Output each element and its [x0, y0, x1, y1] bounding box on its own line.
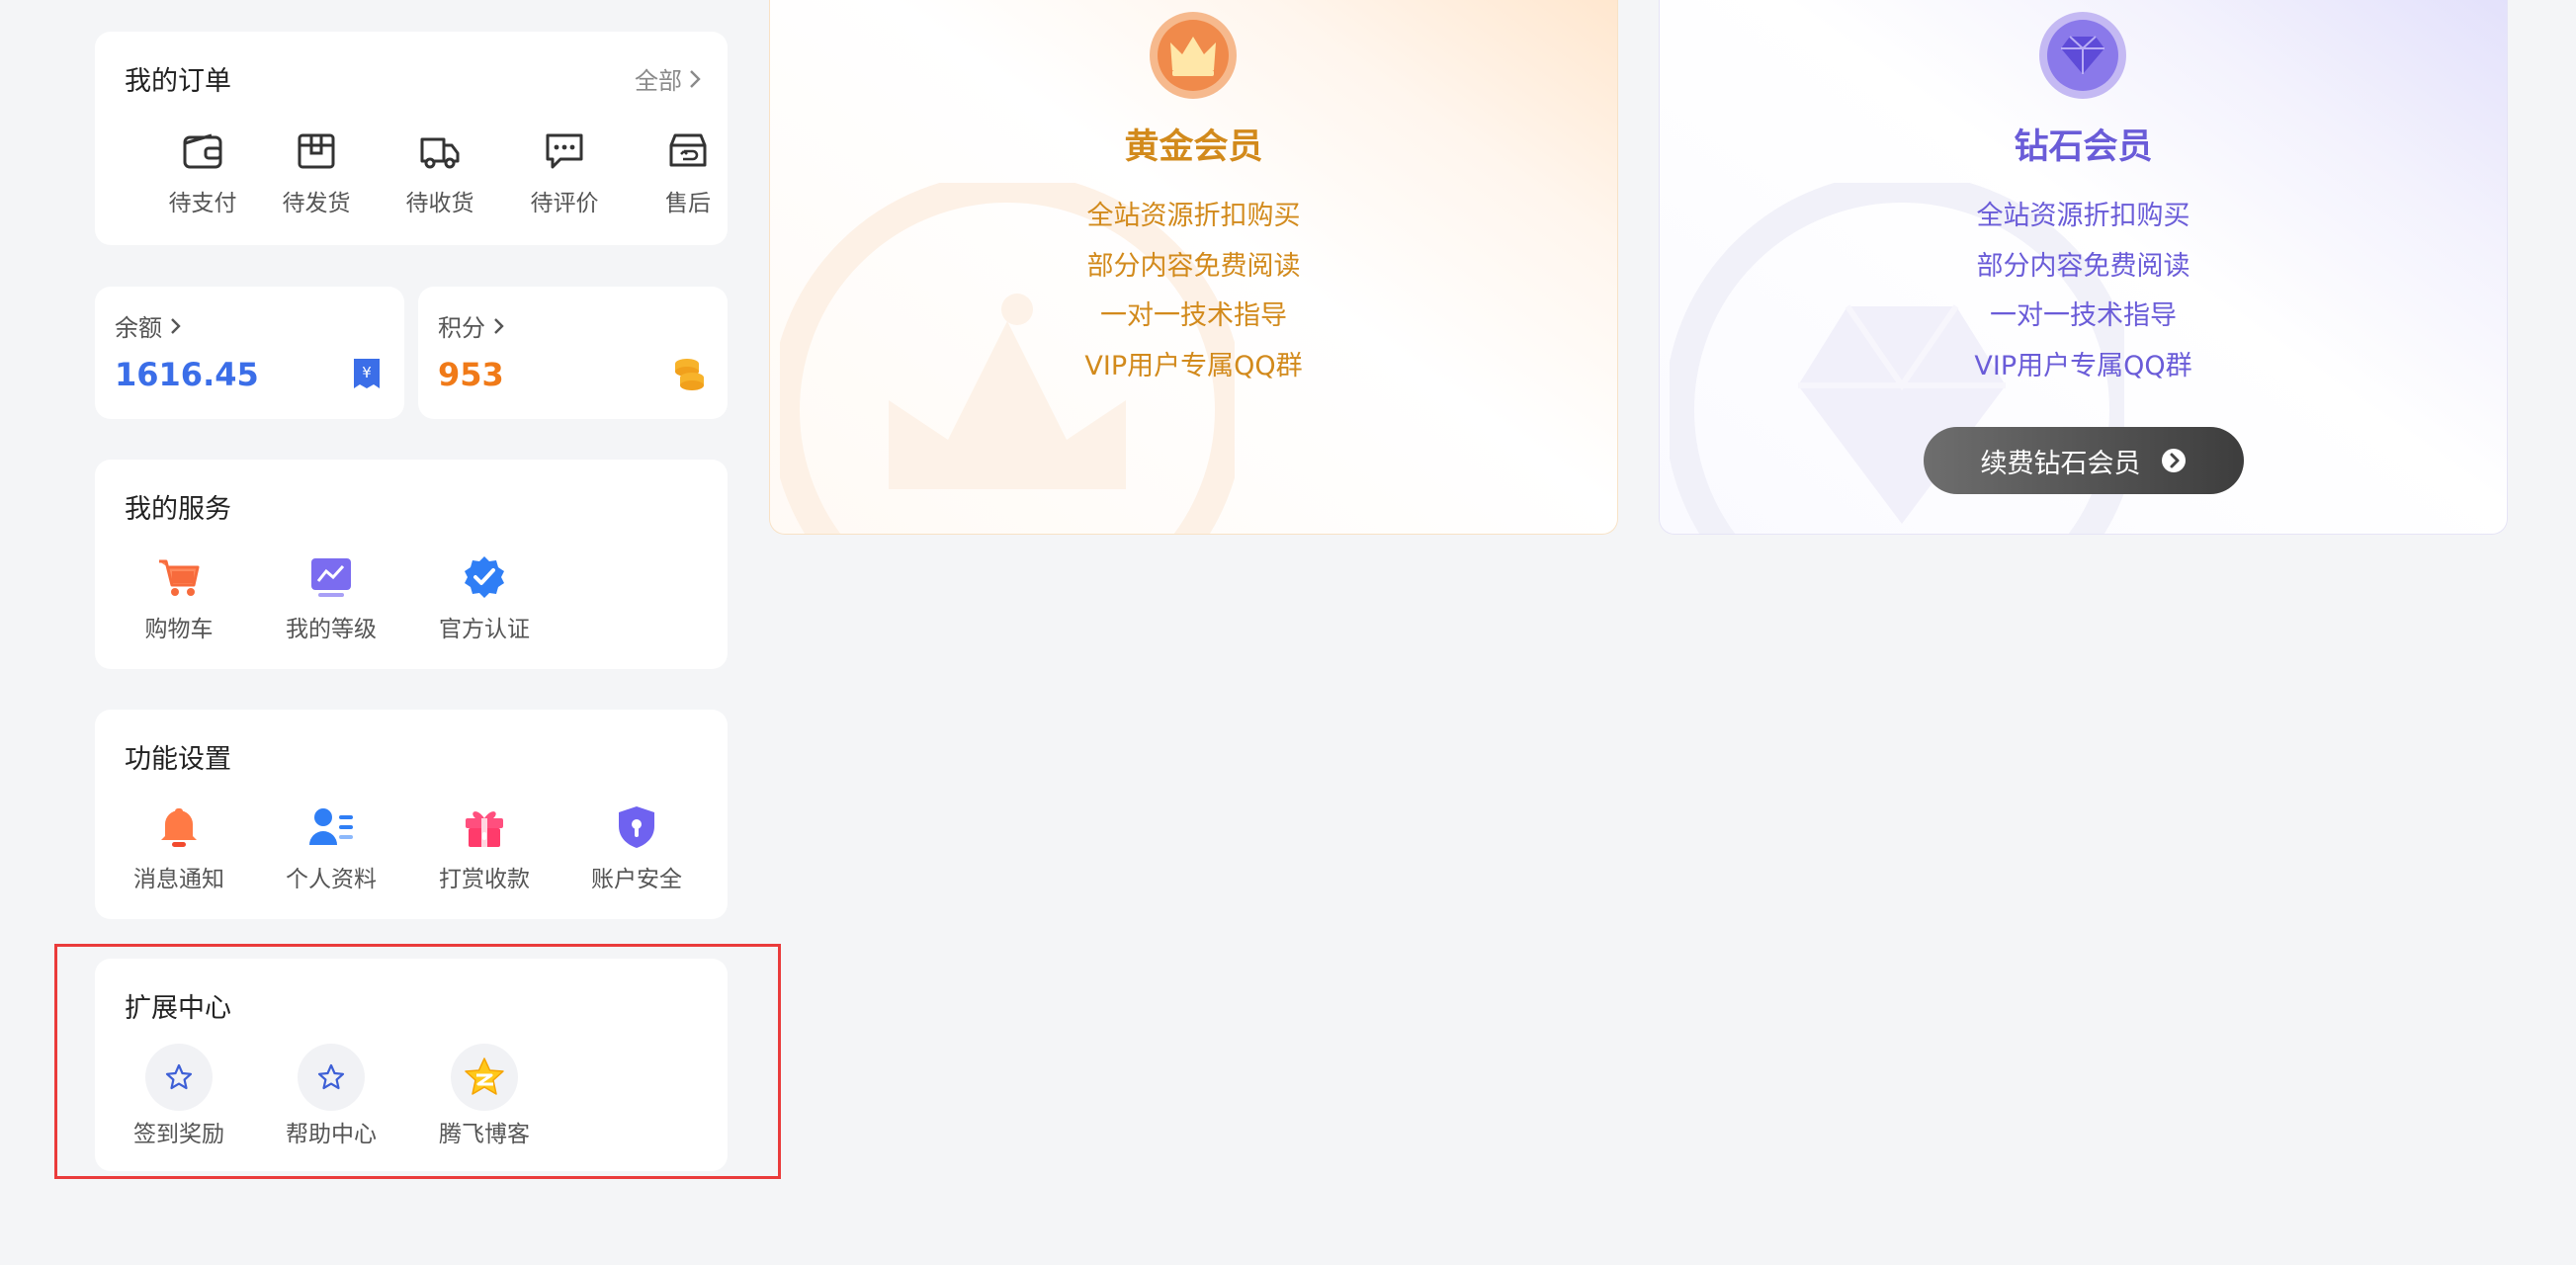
diamond-feature: 一对一技术指导: [1990, 300, 2177, 331]
diamond-feature: 部分内容免费阅读: [1976, 251, 2190, 282]
renew-diamond-label: 续费钻石会员: [1980, 448, 2141, 479]
order-item-pending-review[interactable]: 待评价: [495, 123, 634, 217]
gold-feature: VIP用户专属QQ群: [1084, 351, 1303, 381]
service-item-label: 我的等级: [286, 617, 377, 642]
balance-card[interactable]: 余额 1616.45 ¥: [95, 287, 404, 419]
wallet-icon: [183, 133, 222, 169]
chevron-right-icon: [171, 317, 181, 334]
service-item-label: 购物车: [144, 617, 214, 642]
orders-all-link[interactable]: 全部: [635, 61, 702, 96]
gold-feature: 全站资源折扣购买: [1086, 201, 1301, 231]
service-item-label: 官方认证: [439, 617, 530, 642]
gold-member-card: 黄金会员 全站资源折扣购买 部分内容免费阅读 一对一技术指导 VIP用户专属QQ…: [769, 0, 1618, 535]
setting-item-profile[interactable]: 个人资料: [262, 799, 400, 893]
profile-icon: [309, 808, 353, 845]
gold-crown-icon: [1150, 12, 1237, 99]
diamond-icon: [2039, 12, 2126, 99]
highlight-box: [54, 944, 781, 1179]
order-item-pending-receive[interactable]: 待收货: [371, 123, 509, 217]
points-card[interactable]: 积分 953: [418, 287, 728, 419]
points-value: 953: [438, 356, 504, 393]
orders-title: 我的订单: [125, 66, 231, 97]
diamond-member-card: 钻石会员 全站资源折扣购买 部分内容免费阅读 一对一技术指导 VIP用户专属QQ…: [1659, 0, 2508, 535]
renew-diamond-button[interactable]: 续费钻石会员: [1923, 427, 2244, 494]
bell-icon: [161, 808, 197, 847]
setting-item-label: 账户安全: [591, 867, 682, 892]
balance-label: 余额: [115, 314, 162, 342]
order-item-after-sale[interactable]: 售后: [619, 123, 757, 217]
order-item-label: 待评价: [530, 191, 599, 216]
points-label: 积分: [438, 314, 485, 342]
cart-icon: [159, 559, 200, 596]
svg-text:¥: ¥: [362, 364, 372, 381]
service-item-cart[interactable]: 购物车: [110, 548, 248, 643]
service-item-verified[interactable]: 官方认证: [415, 548, 554, 643]
orders-card: 我的订单 全部 待支付 待发货 待收货 待评价 售后: [95, 32, 728, 245]
setting-item-label: 个人资料: [286, 867, 377, 892]
return-icon: [669, 133, 707, 167]
balance-value: 1616.45: [115, 356, 259, 393]
order-item-label: 售后: [665, 191, 711, 216]
comment-icon: [546, 133, 583, 169]
orders-all-label: 全部: [635, 67, 682, 95]
level-icon: [311, 558, 351, 597]
order-item-label: 待发货: [282, 191, 351, 216]
setting-item-notification[interactable]: 消息通知: [110, 799, 248, 893]
arrow-circle-right-icon: [2161, 449, 2186, 472]
service-item-level[interactable]: 我的等级: [262, 548, 400, 643]
gold-feature: 部分内容免费阅读: [1086, 251, 1301, 282]
chevron-right-icon: [494, 317, 504, 334]
setting-item-label: 打赏收款: [439, 867, 530, 892]
setting-item-label: 消息通知: [133, 867, 224, 892]
coins-icon: [675, 359, 704, 390]
order-item-label: 待收货: [405, 191, 474, 216]
settings-title: 功能设置: [125, 744, 231, 775]
setting-item-reward[interactable]: 打赏收款: [415, 799, 554, 893]
gold-title: 黄金会员: [1124, 127, 1263, 167]
services-title: 我的服务: [125, 494, 231, 525]
diamond-feature: VIP用户专属QQ群: [1974, 351, 2192, 381]
settings-card: 功能设置 消息通知 个人资料 打赏收款 账户安全: [95, 710, 728, 919]
services-card: 我的服务 购物车 我的等级 官方认证: [95, 460, 728, 669]
chevron-right-icon: [690, 69, 701, 88]
setting-item-security[interactable]: 账户安全: [567, 799, 706, 893]
diamond-title: 钻石会员: [2014, 127, 2153, 167]
gold-feature: 一对一技术指导: [1100, 300, 1287, 331]
yuan-ticket-icon: ¥: [354, 359, 380, 388]
verified-icon: [465, 556, 504, 598]
package-icon: [298, 133, 335, 169]
diamond-feature: 全站资源折扣购买: [1976, 201, 2190, 231]
truck-icon: [420, 137, 460, 169]
order-item-pending-ship[interactable]: 待发货: [247, 123, 386, 217]
gift-icon: [466, 811, 503, 847]
shield-icon: [619, 806, 654, 848]
